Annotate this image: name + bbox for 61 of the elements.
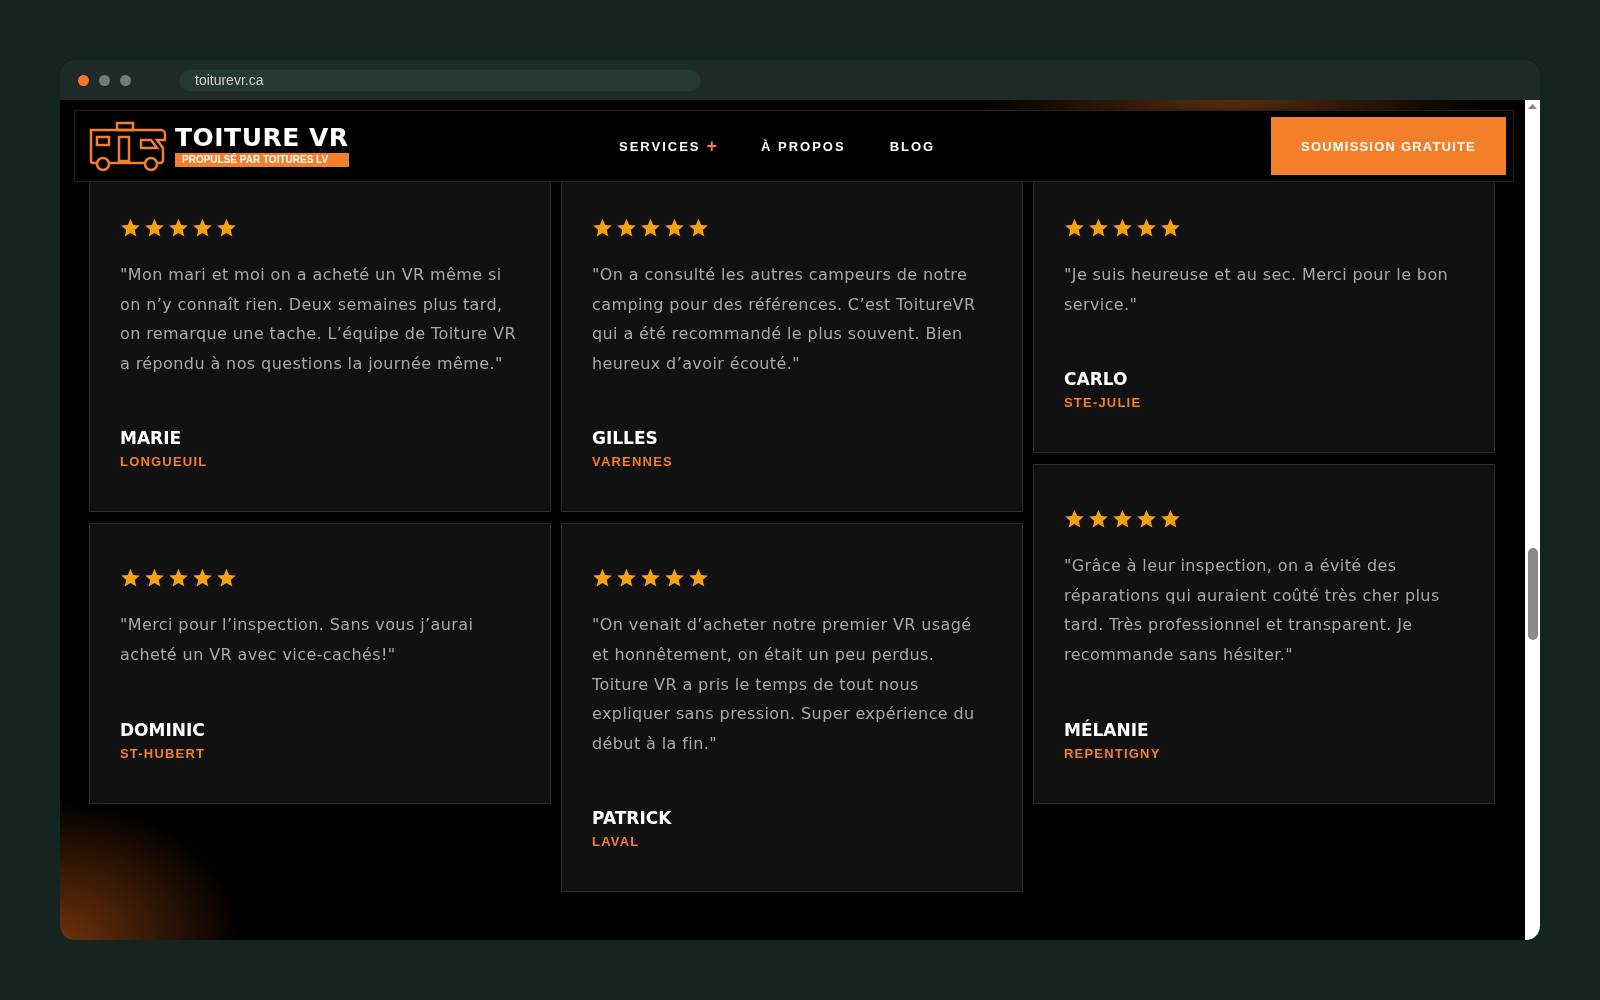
star-icon xyxy=(688,218,709,238)
brand-tagline: PROPULSÉ PAR TOITURES LV xyxy=(175,153,349,167)
scroll-up-icon[interactable] xyxy=(1527,103,1538,110)
reviewer-name: MÉLANIE xyxy=(1064,719,1150,740)
nav-link[interactable]: BLOG xyxy=(889,135,936,157)
star-icon xyxy=(120,218,141,238)
star-icon xyxy=(640,218,661,238)
star-icon xyxy=(1112,218,1133,238)
star-icon xyxy=(120,568,141,589)
review-text: "Merci pour l’inspection. Sans vous j’aurai acheté un VR avec vice-cachés!" xyxy=(120,614,475,666)
star-icon xyxy=(144,218,165,238)
star-icon xyxy=(664,568,685,589)
minimize-icon[interactable] xyxy=(99,74,110,86)
camper-van-icon xyxy=(89,120,167,172)
address-bar[interactable]: toiturevr.ca xyxy=(179,69,701,91)
reviewer-city: LONGUEUIL xyxy=(120,454,209,470)
star-icon xyxy=(168,568,189,589)
star-icon xyxy=(1064,509,1085,530)
star-icon xyxy=(592,568,613,589)
reviewer-city: REPENTIGNY xyxy=(1064,745,1162,761)
reviewer-name: CARLO xyxy=(1064,369,1129,390)
reviewer-city: LAVAL xyxy=(592,834,641,850)
star-icon xyxy=(688,568,709,589)
star-icon xyxy=(1112,509,1133,530)
star-icon xyxy=(192,568,213,589)
star-icon xyxy=(192,218,213,238)
scrollbar[interactable] xyxy=(1525,100,1540,940)
review-text: "On a consulté les autres campeurs de notre camping pour des références. C’est ToitureVR qui a été recommandé le plus souvent. Bien heureux d’avoir écouté." xyxy=(592,264,977,375)
star-icon xyxy=(664,218,685,238)
star-icon xyxy=(640,568,661,589)
reviewer-city: STE-JULIE xyxy=(1064,395,1143,411)
reviewer-city: ST-HUBERT xyxy=(120,745,207,761)
star-icon xyxy=(1160,509,1181,530)
star-icon xyxy=(1088,218,1109,238)
reviewer-name: DOMINIC xyxy=(120,719,206,740)
star-icon xyxy=(616,568,637,589)
scrollbar-thumb[interactable] xyxy=(1528,548,1538,640)
maximize-icon[interactable] xyxy=(120,74,131,86)
star-icon xyxy=(592,218,613,238)
reviewer-name: GILLES xyxy=(592,428,659,449)
nav-link[interactable]: SERVICES + xyxy=(619,135,718,157)
review-text: "On venait d’acheter notre premier VR usagé et honnêtement, on était un peu perdus. Toiture VR a pris le temps de tout nous expliquer sans pression. Super expérience du début à la fin." xyxy=(592,614,976,755)
reviewer-city: VARENNES xyxy=(592,454,674,470)
review-text: "Je suis heureuse et au sec. Merci pour le bon service." xyxy=(1064,264,1450,316)
reviewer-name: MARIE xyxy=(120,428,183,449)
brand-name: TOITURE VR xyxy=(175,125,349,151)
star-icon xyxy=(1136,509,1157,530)
star-icon xyxy=(616,218,637,238)
close-icon[interactable] xyxy=(78,74,89,86)
star-icon xyxy=(168,218,189,238)
star-icon xyxy=(1160,218,1181,238)
star-icon xyxy=(144,568,165,589)
star-icon xyxy=(1136,218,1157,238)
review-text: "Mon mari et moi on a acheté un VR même si on n’y connaît rien. Deux semaines plus tard, on remarque une tache. L’équipe de Toiture VR a répondu à nos questions la journée même." xyxy=(120,264,517,375)
reviewer-name: PATRICK xyxy=(592,808,673,829)
review-text: "Grâce à leur inspection, on a évité des réparations qui auraient coûté très cher plus tard. Très professionnel et transparent. Je recommande sans hésiter." xyxy=(1064,555,1441,666)
star-icon xyxy=(1088,509,1109,530)
star-icon xyxy=(216,568,237,589)
star-icon xyxy=(1064,218,1085,238)
nav-link[interactable]: À PROPOS xyxy=(761,135,846,157)
star-icon xyxy=(216,218,237,238)
